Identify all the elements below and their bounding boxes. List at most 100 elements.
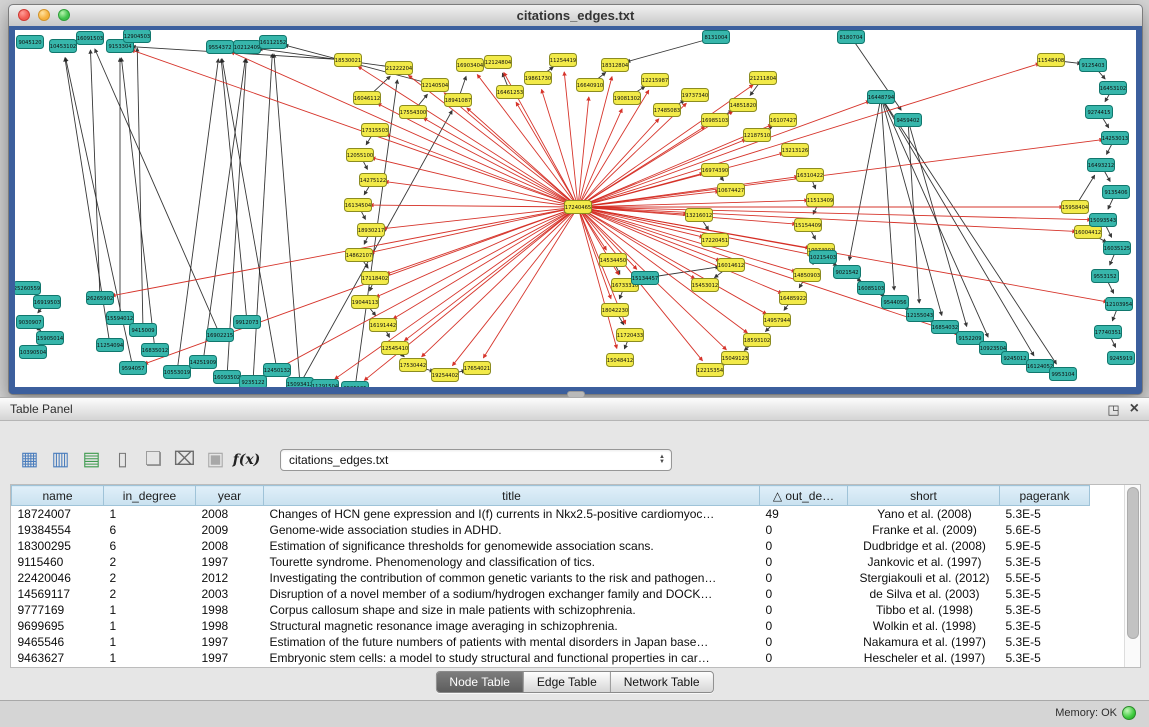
graph-node[interactable]: 14862107	[346, 249, 373, 262]
graph-node[interactable]: 9030907	[17, 316, 44, 329]
graph-node[interactable]: 10553019	[164, 366, 191, 379]
close-panel-icon[interactable]: ×	[1130, 401, 1139, 417]
window-titlebar[interactable]: citations_edges.txt	[9, 5, 1142, 27]
table-cell[interactable]: Estimation of the future numbers of pati…	[264, 634, 760, 650]
table-cell[interactable]: 1998	[196, 618, 264, 634]
column-header[interactable]: pagerank	[1000, 486, 1090, 506]
table-cell[interactable]: 1	[104, 602, 196, 618]
graph-node[interactable]: 17315503	[362, 124, 389, 137]
graph-node[interactable]: 15154409	[795, 219, 822, 232]
table-cell[interactable]: 5.3E-5	[1000, 586, 1090, 602]
graph-node[interactable]: 16640910	[577, 79, 604, 92]
graph-node[interactable]: 16134504	[345, 199, 372, 212]
graph-node[interactable]: 16835012	[142, 344, 169, 357]
table-cell[interactable]: 22420046	[12, 570, 104, 586]
graph-node[interactable]: 12187510	[744, 129, 771, 142]
graph-node[interactable]: 12545410	[382, 342, 409, 355]
tab-network-table[interactable]: Network Table	[610, 672, 713, 692]
graph-node[interactable]: 16112152	[260, 36, 287, 49]
table-row[interactable]: 1456911722003Disruption of a novel membe…	[12, 586, 1090, 602]
column-header[interactable]: △ out_de…	[760, 486, 848, 506]
graph-node[interactable]: 15134457	[632, 272, 659, 285]
table-cell[interactable]: 49	[760, 506, 848, 523]
table-cell[interactable]: Corpus callosum shape and size in male p…	[264, 602, 760, 618]
table-row[interactable]: 946362711997Embryonic stem cells: a mode…	[12, 650, 1090, 666]
graph-node[interactable]: 9045120	[17, 36, 44, 49]
table-cell[interactable]: Tourette syndrome. Phenomenology and cla…	[264, 554, 760, 570]
graph-node[interactable]: 18530021	[335, 54, 362, 67]
graph-node[interactable]: 16035125	[1104, 242, 1131, 255]
table-cell[interactable]: 5.3E-5	[1000, 634, 1090, 650]
graph-node[interactable]: 18930217	[358, 224, 385, 237]
graph-node[interactable]: 17118402	[362, 272, 389, 285]
graph-node[interactable]: 10453102	[50, 40, 77, 53]
table-cell[interactable]: 6	[104, 522, 196, 538]
table-row[interactable]: 2242004622012Investigating the contribut…	[12, 570, 1090, 586]
table-cell[interactable]: 1997	[196, 634, 264, 650]
graph-node[interactable]: 12215987	[642, 74, 669, 87]
table-cell[interactable]: 1	[104, 618, 196, 634]
graph-node[interactable]: 14253013	[1102, 132, 1129, 145]
table-cell[interactable]: 6	[104, 538, 196, 554]
graph-node[interactable]: 8180704	[838, 31, 865, 44]
graph-node[interactable]: 9459402	[895, 114, 922, 127]
table-cell[interactable]: 9465546	[12, 634, 104, 650]
graph-node[interactable]: 16107427	[770, 114, 797, 127]
graph-node[interactable]: 12155043	[907, 309, 934, 322]
column-header[interactable]: name	[12, 486, 104, 506]
graph-node[interactable]: 17554300	[400, 106, 427, 119]
graph-node[interactable]: 18941087	[445, 94, 472, 107]
graph-node[interactable]: 17220451	[702, 234, 729, 247]
table-cell[interactable]: 2009	[196, 522, 264, 538]
graph-node[interactable]: 12904503	[124, 30, 151, 43]
graph-node[interactable]: 17240465	[565, 201, 592, 214]
graph-node[interactable]: 9554372	[207, 41, 234, 54]
graph-node[interactable]: 18312804	[602, 59, 629, 72]
table-cell[interactable]: Genome-wide association studies in ADHD.	[264, 522, 760, 538]
graph-node[interactable]: 15905014	[37, 332, 64, 345]
table-row[interactable]: 1830029562008Estimation of significance …	[12, 538, 1090, 554]
table-vertical-scrollbar[interactable]	[1124, 485, 1140, 667]
graph-node[interactable]: 11548408	[1038, 54, 1065, 67]
show-columns-icon[interactable]: ▥	[45, 447, 76, 473]
scrollbar-thumb[interactable]	[1127, 487, 1139, 639]
table-cell[interactable]: 9115460	[12, 554, 104, 570]
table-cell[interactable]: 5.3E-5	[1000, 618, 1090, 634]
table-cell[interactable]: Stergiakouli et al. (2012)	[848, 570, 1000, 586]
table-selector-dropdown[interactable]: citations_edges.txt ▲▼	[280, 449, 672, 471]
graph-node[interactable]: 9135406	[1103, 186, 1130, 199]
table-row[interactable]: 946554611997Estimation of the future num…	[12, 634, 1090, 650]
table-cell[interactable]: 0	[760, 522, 848, 538]
graph-node[interactable]: 8131004	[703, 31, 730, 44]
graph-node[interactable]: 15093543	[1090, 214, 1117, 227]
graph-node[interactable]: 17530442	[400, 359, 427, 372]
graph-node[interactable]: 12124804	[485, 56, 512, 69]
table-cell[interactable]: 1	[104, 650, 196, 666]
table-cell[interactable]: 2012	[196, 570, 264, 586]
import-table-icon[interactable]: ▣	[200, 447, 231, 473]
graph-node[interactable]: 10390504	[20, 346, 47, 359]
graph-node[interactable]: 16974390	[702, 164, 729, 177]
graph-node[interactable]: 15594012	[107, 312, 134, 325]
graph-node[interactable]: 21211804	[750, 72, 777, 85]
graph-node[interactable]: 17740351	[1095, 326, 1122, 339]
graph-node[interactable]: 26265902	[87, 292, 114, 305]
table-cell[interactable]: 2	[104, 586, 196, 602]
graph-node[interactable]: 12103954	[1106, 298, 1133, 311]
table-row[interactable]: 1938455462009Genome-wide association stu…	[12, 522, 1090, 538]
graph-node[interactable]: 16191442	[370, 319, 397, 332]
graph-node[interactable]: 14534450	[600, 254, 627, 267]
graph-node[interactable]: 9505135	[342, 382, 369, 388]
graph-node[interactable]: 9544056	[882, 296, 909, 309]
table-cell[interactable]: 0	[760, 602, 848, 618]
graph-node[interactable]: 16310422	[797, 169, 824, 182]
graph-node[interactable]: 11513409	[807, 194, 834, 207]
graph-node[interactable]: 14851820	[730, 99, 757, 112]
table-cell[interactable]: 0	[760, 570, 848, 586]
graph-node[interactable]: 11720433	[617, 329, 644, 342]
graph-node[interactable]: 9415009	[130, 324, 157, 337]
graph-node[interactable]: 19044113	[352, 296, 379, 309]
table-cell[interactable]: 9699695	[12, 618, 104, 634]
network-canvas[interactable]: 1724046518530021160461122122220417554300…	[15, 30, 1136, 387]
graph-node[interactable]: 11254419	[550, 54, 577, 67]
